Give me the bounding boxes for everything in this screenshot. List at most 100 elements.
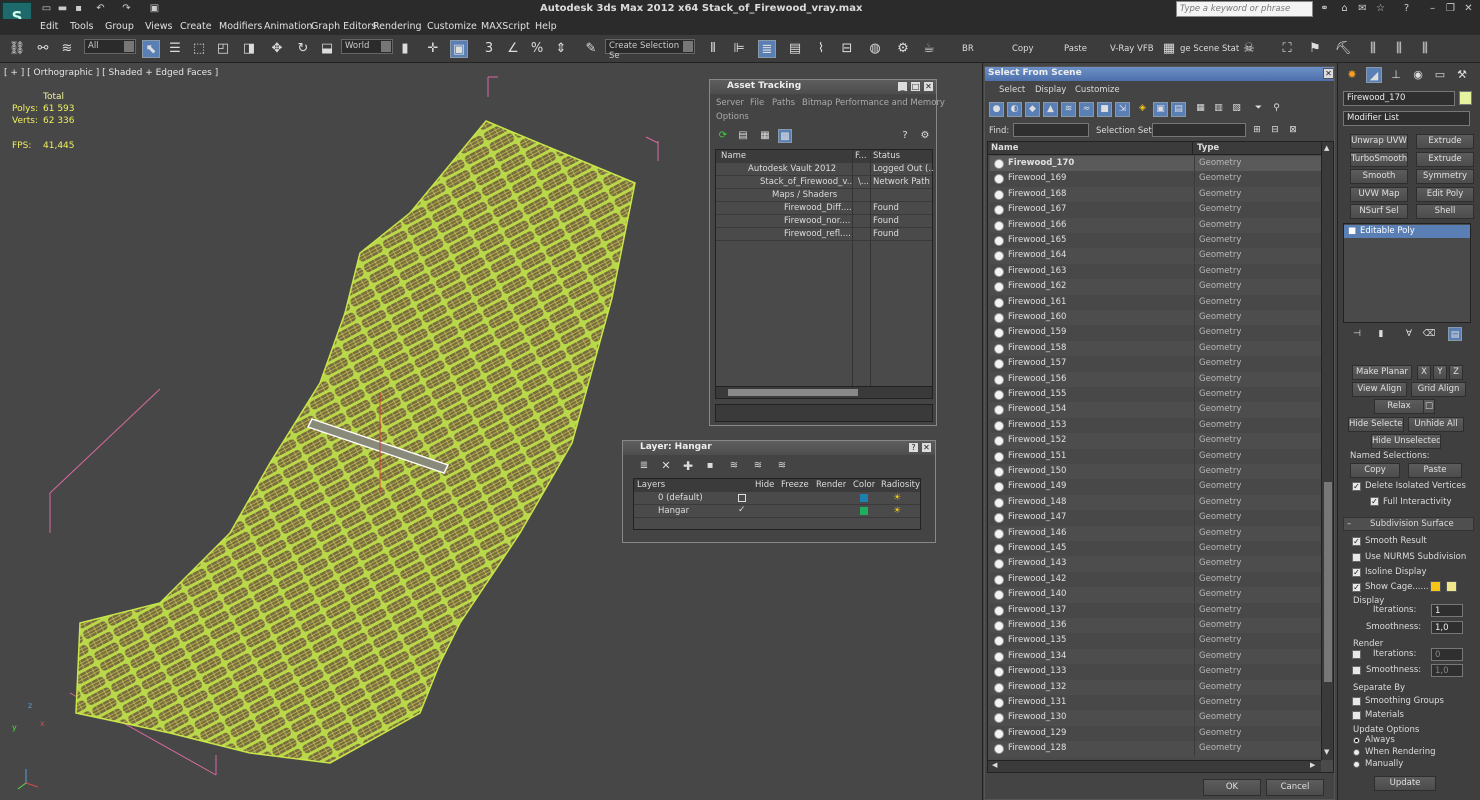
planar-y-button[interactable]: Y [1433, 365, 1447, 380]
scene-object-row[interactable]: Firewood_131 Geometry [990, 695, 1321, 711]
asset-row[interactable]: Maps / Shaders [716, 189, 932, 202]
select-by-name-icon[interactable]: ☰ [166, 40, 184, 58]
manually-radio[interactable] [1353, 761, 1360, 768]
modifier-button[interactable]: UVW Map [1350, 186, 1408, 202]
radiosity-icon[interactable]: ☀ [893, 506, 901, 516]
redo-icon[interactable]: ↷ [120, 3, 133, 15]
scene-object-row[interactable]: Firewood_162 Geometry [990, 279, 1321, 295]
display-containers-icon[interactable]: ▣ [1153, 102, 1168, 117]
col-hide[interactable]: Hide [755, 480, 774, 490]
stack-item-editable-poly[interactable]: ■ Editable Poly [1344, 225, 1470, 238]
mirror-icon[interactable]: ⫴ [704, 40, 722, 58]
paste-button[interactable]: Paste [1064, 44, 1087, 54]
menu-customize[interactable]: Customize [427, 21, 477, 32]
close-icon[interactable]: ✕ [1462, 3, 1475, 15]
menu-create[interactable]: Create [180, 21, 212, 32]
refresh-icon[interactable]: ⟳ [716, 129, 730, 143]
menu-customize[interactable]: Customize [1075, 85, 1120, 95]
hierarchy-tab-icon[interactable]: ⊥ [1388, 67, 1404, 83]
link-icon[interactable]: ⛓ [8, 40, 26, 58]
make-unique-icon[interactable]: ∀ [1402, 327, 1416, 341]
display-lights-icon[interactable]: ◆ [1025, 102, 1040, 117]
menu-select[interactable]: Select [999, 85, 1025, 95]
material-editor-icon[interactable]: ◍ [866, 40, 884, 58]
asset-row[interactable]: Firewood_Diff.... Found [716, 202, 932, 215]
minimize-icon[interactable]: – [1426, 3, 1439, 15]
scene-object-row[interactable]: Firewood_133 Geometry [990, 664, 1321, 680]
hide-unselected-button[interactable]: Hide Unselected [1371, 434, 1441, 449]
save-file-icon[interactable]: ▪ [72, 3, 85, 15]
window-crossing-icon[interactable]: ◰ [214, 40, 232, 58]
scene-object-row[interactable]: Firewood_143 Geometry [990, 556, 1321, 572]
delete-isolated-checkbox[interactable]: ✓ [1352, 482, 1361, 491]
scene-object-row[interactable]: Firewood_152 Geometry [990, 433, 1321, 449]
scene-object-row[interactable]: Firewood_164 Geometry [990, 248, 1321, 264]
modifier-button[interactable]: TurboSmooth [1350, 151, 1408, 167]
modifier-button[interactable]: Smooth [1350, 169, 1408, 184]
layer-color-swatch[interactable] [860, 507, 868, 515]
col-f[interactable]: F... [855, 151, 867, 161]
make-planar-button[interactable]: Make Planar [1352, 365, 1412, 380]
unhide-all-button[interactable]: Unhide All [1408, 417, 1464, 432]
asset-row[interactable]: Autodesk Vault 2012 Logged Out (... [716, 163, 933, 176]
display-tab-icon[interactable]: ▭ [1432, 67, 1448, 83]
current-layer-icon[interactable] [738, 494, 746, 502]
scene-object-row[interactable]: Firewood_136 Geometry [990, 618, 1321, 634]
help-icon[interactable]: ? [908, 442, 919, 453]
planar-x-button[interactable]: X [1417, 365, 1431, 380]
modifier-button[interactable]: Extrude [1416, 134, 1474, 149]
edit-named-selection-icon[interactable]: ✎ [582, 40, 600, 58]
scene-object-row[interactable]: Firewood_154 Geometry [990, 402, 1321, 418]
align-icon[interactable]: ⊫ [730, 40, 748, 58]
paste-selection-button[interactable]: Paste [1408, 463, 1462, 478]
modifier-button[interactable]: Extrude [1416, 151, 1474, 167]
menu-options[interactable]: Options [716, 112, 749, 122]
add-to-layer-icon[interactable]: ✚ [681, 459, 695, 473]
search-input[interactable]: Type a keyword or phrase [1176, 1, 1313, 17]
schematic-view-icon[interactable]: ⊟ [838, 40, 856, 58]
vray-vfb-button[interactable]: V-Ray VFB [1110, 44, 1154, 54]
use-nurms-checkbox[interactable] [1352, 553, 1361, 562]
menu-rendering[interactable]: Rendering [373, 21, 422, 32]
menu-display[interactable]: Display [1035, 85, 1066, 95]
scroll-down-icon[interactable]: ▼ [1324, 748, 1329, 756]
undo-icon[interactable]: ↶ [94, 3, 107, 15]
copy-button[interactable]: Copy [1012, 44, 1034, 54]
help-icon[interactable]: ? [898, 129, 912, 143]
scene-object-row[interactable]: Firewood_161 Geometry [990, 294, 1321, 310]
select-object-icon[interactable]: ⬉ [142, 40, 160, 58]
filter-options-icon[interactable]: ⚲ [1269, 102, 1284, 117]
menu-paths[interactable]: Paths [772, 98, 795, 108]
scene-object-row[interactable]: Firewood_146 Geometry [990, 525, 1321, 541]
subscription-icon[interactable]: ⌂ [1338, 3, 1351, 15]
highlight-layer-icon[interactable]: ≋ [727, 459, 741, 473]
angle-snap-icon[interactable]: ∠ [504, 40, 522, 58]
cage-color-swatch-2[interactable] [1446, 581, 1457, 592]
unlink-icon[interactable]: ⚯ [34, 40, 52, 58]
scale-icon[interactable]: ⬓ [318, 40, 336, 58]
script-tool-5-icon[interactable]: ⫼ [1390, 40, 1408, 58]
utilities-tab-icon[interactable]: ⚒ [1454, 67, 1470, 83]
scroll-thumb[interactable] [1324, 482, 1332, 682]
close-icon[interactable]: ✕ [921, 442, 932, 453]
smooth-result-checkbox[interactable]: ✓ [1352, 537, 1361, 546]
table-view-icon[interactable]: ▦ [758, 129, 772, 143]
display-invert-icon[interactable]: ▧ [1229, 102, 1244, 117]
remove-modifier-icon[interactable]: ⌫ [1422, 327, 1436, 341]
named-selection-set-dropdown[interactable]: Create Selection Se [605, 39, 695, 61]
vertical-scrollbar[interactable]: ▲ ▼ [1321, 142, 1333, 760]
percent-snap-icon[interactable]: % [528, 40, 546, 58]
scene-object-row[interactable]: Firewood_147 Geometry [990, 510, 1321, 526]
help-icon[interactable]: ? [1400, 3, 1413, 15]
menu-tools[interactable]: Tools [70, 21, 93, 32]
render-iterations-input[interactable]: 0 [1431, 648, 1463, 661]
select-move-icon[interactable]: ◨ [240, 40, 258, 58]
script-tool-1-icon[interactable]: ⛶ [1278, 40, 1296, 58]
select-invert-icon[interactable]: ⊠ [1286, 123, 1300, 137]
restore-icon[interactable]: ❐ [1444, 3, 1457, 15]
scene-object-row[interactable]: Firewood_165 Geometry [990, 233, 1321, 249]
close-icon[interactable]: ✕ [923, 81, 934, 92]
minimize-icon[interactable]: _ [897, 81, 908, 92]
render-teapot-icon[interactable]: ☕ [920, 40, 938, 58]
display-none-icon[interactable]: ▥ [1211, 102, 1226, 117]
